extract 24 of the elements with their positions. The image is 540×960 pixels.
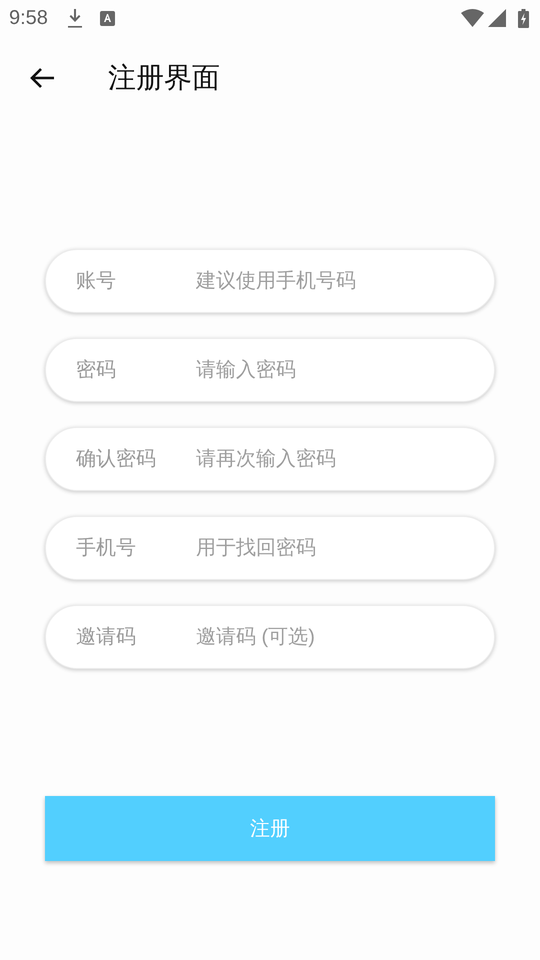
form-field[interactable]: 密码 请输入密码 [45,338,495,402]
field-label: 邀请码 [76,625,137,650]
input-field[interactable]: 建议使用手机号码 [196,261,470,301]
form-field[interactable]: 账号 建议使用手机号码 [45,249,495,313]
download-icon [66,8,83,28]
form-field[interactable]: 手机号 用于找回密码 [45,516,495,580]
field-label: 手机号 [76,536,137,561]
input-field[interactable]: 请再次输入密码 [196,439,470,479]
input-field[interactable]: 用于找回密码 [196,528,470,568]
back-arrow-icon [29,67,55,89]
input-field[interactable]: 邀请码 (可选) [196,617,470,657]
signal-icon [488,9,506,27]
text-app-icon [100,10,115,26]
battery-icon [518,8,529,28]
form-field[interactable]: 邀请码 邀请码 (可选) [45,605,495,669]
field-label: 密码 [76,358,117,383]
wifi-icon [461,9,484,27]
form-field[interactable]: 确认密码 请再次输入密码 [45,427,495,491]
screen-title: 注册界面 [108,61,220,95]
field-label: 确认密码 [76,447,157,472]
register-button[interactable]: 注册 [45,796,495,861]
input-field[interactable]: 请输入密码 [196,350,470,390]
status-time: 9:58 [9,6,48,31]
field-label: 账号 [76,269,117,294]
